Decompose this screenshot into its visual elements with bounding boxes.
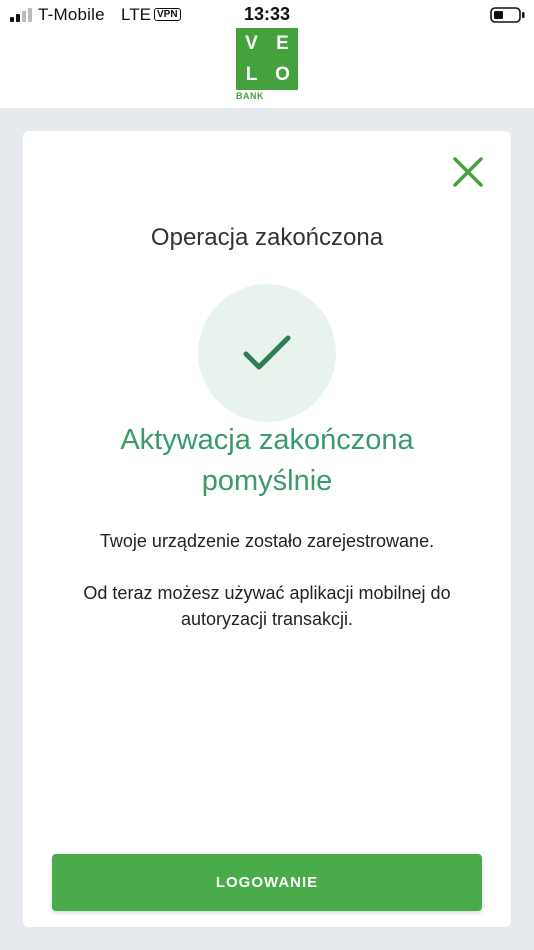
page-title: Operacja zakończona	[150, 224, 384, 251]
logo-letter-o: O	[267, 59, 298, 90]
status-bar: T-Mobile LTE VPN 13:33	[0, 0, 534, 30]
check-icon	[243, 335, 291, 370]
registration-info: Twoje urządzenie zostało zarejestrowane.	[99, 531, 435, 551]
close-button[interactable]	[451, 155, 485, 189]
logo-letter-e: E	[267, 28, 298, 59]
logo-bank-text: BANK	[236, 91, 264, 101]
login-button[interactable]: LOGOWANIE	[52, 854, 482, 911]
status-time: 13:33	[243, 4, 291, 24]
confirmation-card: Operacja zakończona Aktywacja zakończona…	[23, 131, 511, 927]
close-icon	[453, 157, 483, 187]
app-header: T-Mobile LTE VPN 13:33 V E L O BANK	[0, 0, 534, 108]
success-message: Aktywacja zakończona pomyślnie	[120, 424, 414, 497]
success-indicator	[198, 284, 336, 422]
logo-letter-l: L	[236, 59, 267, 90]
logo-letter-v: V	[236, 28, 267, 59]
velo-bank-logo: V E L O BANK	[236, 28, 298, 102]
battery-icon	[490, 7, 525, 23]
usage-info: Od teraz możesz używać aplikacji mobilne…	[83, 583, 451, 629]
